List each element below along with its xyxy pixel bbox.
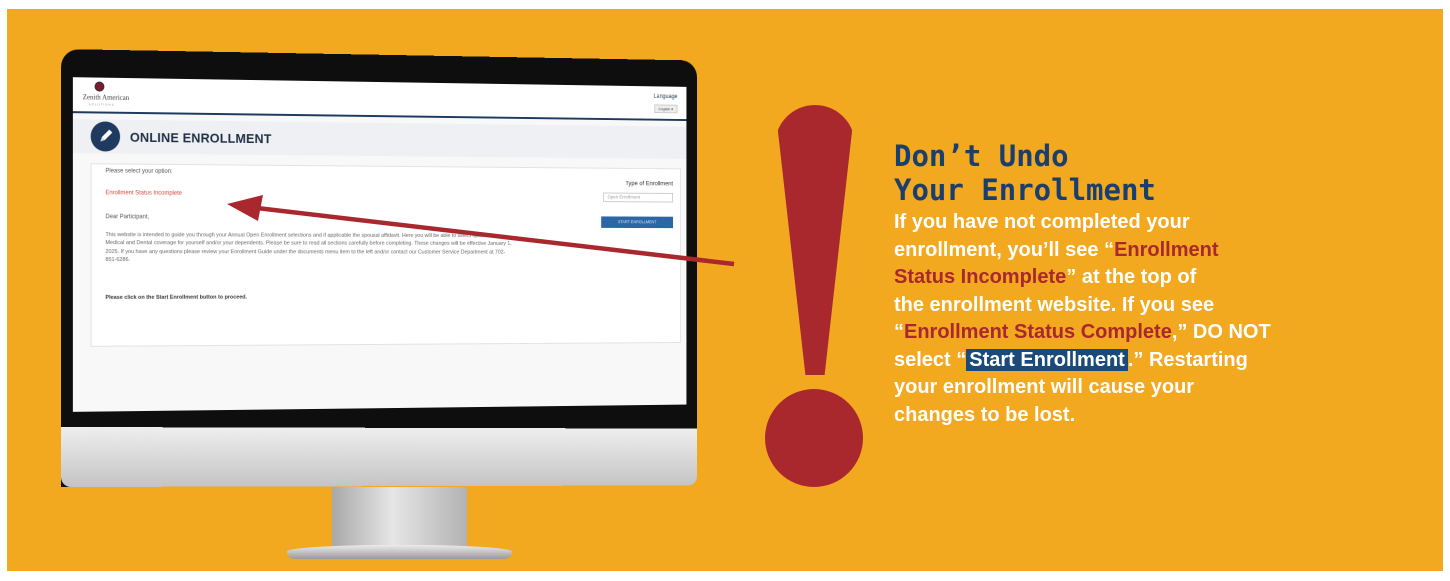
message-line-8: changes to be lost. [894, 403, 1076, 426]
message-line-1: If you have not completed your [894, 211, 1190, 233]
headline-line-1: Don’t Undo [894, 139, 1069, 173]
message-text: select “ [894, 348, 967, 371]
status-complete-highlight: Enrollment Status Complete [904, 321, 1172, 343]
status-incomplete-highlight: Enrollment [1114, 238, 1219, 261]
message-line-4: the enrollment website. If you see [894, 293, 1215, 316]
status-incomplete-highlight-cont: Status Incomplete [894, 266, 1067, 288]
message-line-3: Status Incomplete” at the top of [894, 264, 1271, 292]
headline-line-2: Your Enrollment [894, 173, 1156, 207]
message-line-6: select “Start Enrollment.” Restarting [894, 347, 1271, 375]
start-enrollment-highlight: Start Enrollment [966, 348, 1128, 371]
warning-message: If you have not completed your enrollmen… [894, 209, 1271, 429]
message-text: .” Restarting [1127, 348, 1248, 371]
message-line-7: your enrollment will cause your [894, 376, 1195, 398]
message-text: “ [894, 321, 904, 343]
message-text: ” at the top of [1066, 266, 1197, 288]
message-line-5: “Enrollment Status Complete,” DO NOT [894, 319, 1271, 347]
message-text: enrollment, you’ll see “ [894, 238, 1115, 261]
exclamation-dot-icon [765, 389, 863, 487]
infographic-panel: Zenith American SOLUTIONS Language Engli… [7, 9, 1443, 571]
headline: Don’t Undo Your Enrollment [894, 139, 1156, 207]
message-text: ,” DO NOT [1171, 321, 1271, 343]
message-line-2: enrollment, you’ll see “Enrollment [894, 237, 1271, 265]
